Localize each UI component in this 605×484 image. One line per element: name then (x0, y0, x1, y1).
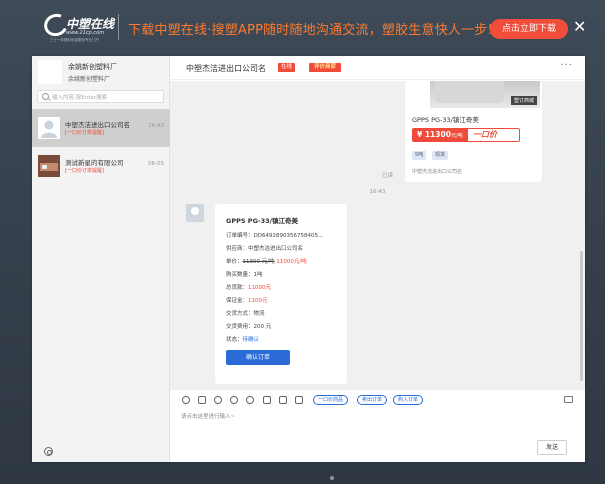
online-badge: 在线 (278, 63, 296, 72)
conversation-preview: [一口价订单提醒] (65, 168, 104, 174)
brand-tag: 塑订商城 (510, 96, 537, 105)
order-deposit: 保证金：1100元 (226, 298, 268, 304)
download-app-button[interactable]: 点击立即下载 (490, 19, 568, 39)
product-tag: 5吨 (412, 151, 427, 160)
rate-merchant-button[interactable]: 评价商家 (309, 63, 342, 72)
read-status: 已读 (382, 173, 394, 179)
order-card: GPPS PG-33/镇江奇美 订单编号：DD6492890356758405.… (215, 204, 347, 384)
order-unit-price: 单价：11300 元/吨 11000元/吨 (226, 259, 307, 265)
contact-icon[interactable] (214, 396, 222, 404)
order-delivery: 交货方式：物流 (226, 311, 265, 317)
fixed-price-label: 一口价 (473, 130, 497, 139)
order-status: 状态：待确认 (226, 337, 260, 343)
site-logo[interactable]: 中塑在线 www.21cp.com 三十一年塑料信息服务专业门户 (40, 10, 124, 42)
price-box: ¥ 11300元/吨 一口价 (412, 128, 520, 142)
image-icon[interactable] (263, 396, 271, 404)
folder-icon[interactable] (198, 396, 206, 404)
group-icon[interactable] (246, 396, 254, 404)
logo-url: www.21cp.com (66, 30, 105, 36)
message-input[interactable]: 请点击这里进行输入~ (181, 412, 235, 420)
buyer-avatar-icon (186, 204, 204, 222)
order-fee: 交货费用：200 元 (226, 324, 272, 330)
user-company: 余姚新创塑料厂 (68, 76, 111, 83)
chat-window: 余姚新创塑料厂 余姚新创塑料厂 输入内容,按Enter搜索 中塑杰洁进出口公司名… (32, 56, 585, 462)
chat-history-icon[interactable] (564, 396, 573, 403)
search-icon (42, 93, 49, 100)
settings-icon[interactable] (44, 447, 53, 456)
conversation-item[interactable]: 中塑杰洁进出口公司名 [一口价订单提醒] 16:43 (32, 109, 170, 147)
scrollbar[interactable] (580, 251, 583, 381)
close-icon[interactable]: ✕ (573, 17, 586, 37)
product-price: ¥ 11300元/吨 (413, 129, 468, 141)
order-title: GPPS PG-33/镇江奇美 (226, 217, 299, 225)
more-icon[interactable]: ··· (560, 60, 573, 71)
current-user: 余姚新创塑料厂 余姚新创塑料厂 (32, 56, 170, 89)
message-list[interactable]: 塑订商城 GPPS PG-33/镇江奇美 ¥ 11300元/吨 一口价 5吨 现… (170, 81, 585, 390)
page-indicator (330, 476, 334, 480)
user-name: 余姚新创塑料厂 (68, 63, 117, 71)
screenshot-icon[interactable] (295, 396, 303, 404)
product-title: GPPS PG-33/镇江奇美 (412, 116, 479, 124)
sidebar: 余姚新创塑料厂 余姚新创塑料厂 输入内容,按Enter搜索 中塑杰洁进出口公司名… (32, 56, 170, 462)
product-image: 塑订商城 (430, 81, 540, 108)
order-supplier: 供应商：中塑杰洁进出口公司名 (226, 246, 304, 252)
order-number: 订单编号：DD6492890356758405... (226, 233, 324, 239)
banner-divider (118, 14, 119, 40)
time-divider: 16:43 (369, 189, 386, 195)
order-total: 总货款：11000元 (226, 285, 272, 291)
partner-name: 中塑杰洁进出口公司名 (186, 64, 266, 73)
conversation-preview: [一口价订单提醒] (65, 130, 104, 136)
top-banner: 中塑在线 www.21cp.com 三十一年塑料信息服务专业门户 下载中塑在线·… (0, 0, 605, 56)
bookmark-icon[interactable] (279, 396, 287, 404)
user-avatar[interactable] (38, 60, 62, 84)
conversation-item[interactable]: 测试新星的有限公司 [一口价订单提醒] 06-05 (32, 147, 170, 185)
product-seller: 中塑杰洁进出口公司名 (412, 169, 463, 175)
order-quantity: 购买数量：1吨 (226, 272, 263, 278)
contact-avatar-icon (38, 155, 60, 177)
emoji-icon[interactable] (182, 396, 190, 404)
chat-header: 中塑杰洁进出口公司名 在线 评价商家 ··· (170, 56, 585, 80)
contact-avatar-icon (38, 117, 60, 139)
product-bag-icon (434, 81, 504, 103)
fixed-price-goods-button[interactable]: 一口价商品 (313, 395, 349, 405)
confirm-order-button[interactable]: 确认订单 (226, 350, 290, 365)
sell-orders-button[interactable]: 卖出订单 (357, 395, 388, 405)
conversation-name: 测试新星的有限公司 (65, 159, 124, 167)
promo-text: 下载中塑在线·搜塑APP随时随地沟通交流，塑胶生意快人一步! (128, 23, 493, 38)
chat-panel: 中塑杰洁进出口公司名 在线 评价商家 ··· 塑订商城 GPPS PG-33/镇… (170, 56, 585, 462)
search-box[interactable]: 输入内容,按Enter搜索 (37, 90, 164, 103)
conversation-name: 中塑杰洁进出口公司名 (65, 121, 130, 129)
conversation-time: 06-05 (148, 161, 164, 167)
product-card[interactable]: 塑订商城 GPPS PG-33/镇江奇美 ¥ 11300元/吨 一口价 5吨 现… (405, 81, 542, 182)
conversation-time: 16:43 (148, 123, 164, 129)
search-input[interactable]: 输入内容,按Enter搜索 (52, 93, 107, 101)
logo-slogan: 三十一年塑料信息服务专业门户 (50, 38, 99, 42)
input-toolbar: 一口价商品 卖出订单 购入订单 (170, 392, 585, 408)
location-icon[interactable] (230, 396, 238, 404)
buy-orders-button[interactable]: 购入订单 (393, 395, 424, 405)
send-button[interactable]: 发送 (537, 440, 567, 455)
product-tag: 现货 (432, 151, 449, 160)
